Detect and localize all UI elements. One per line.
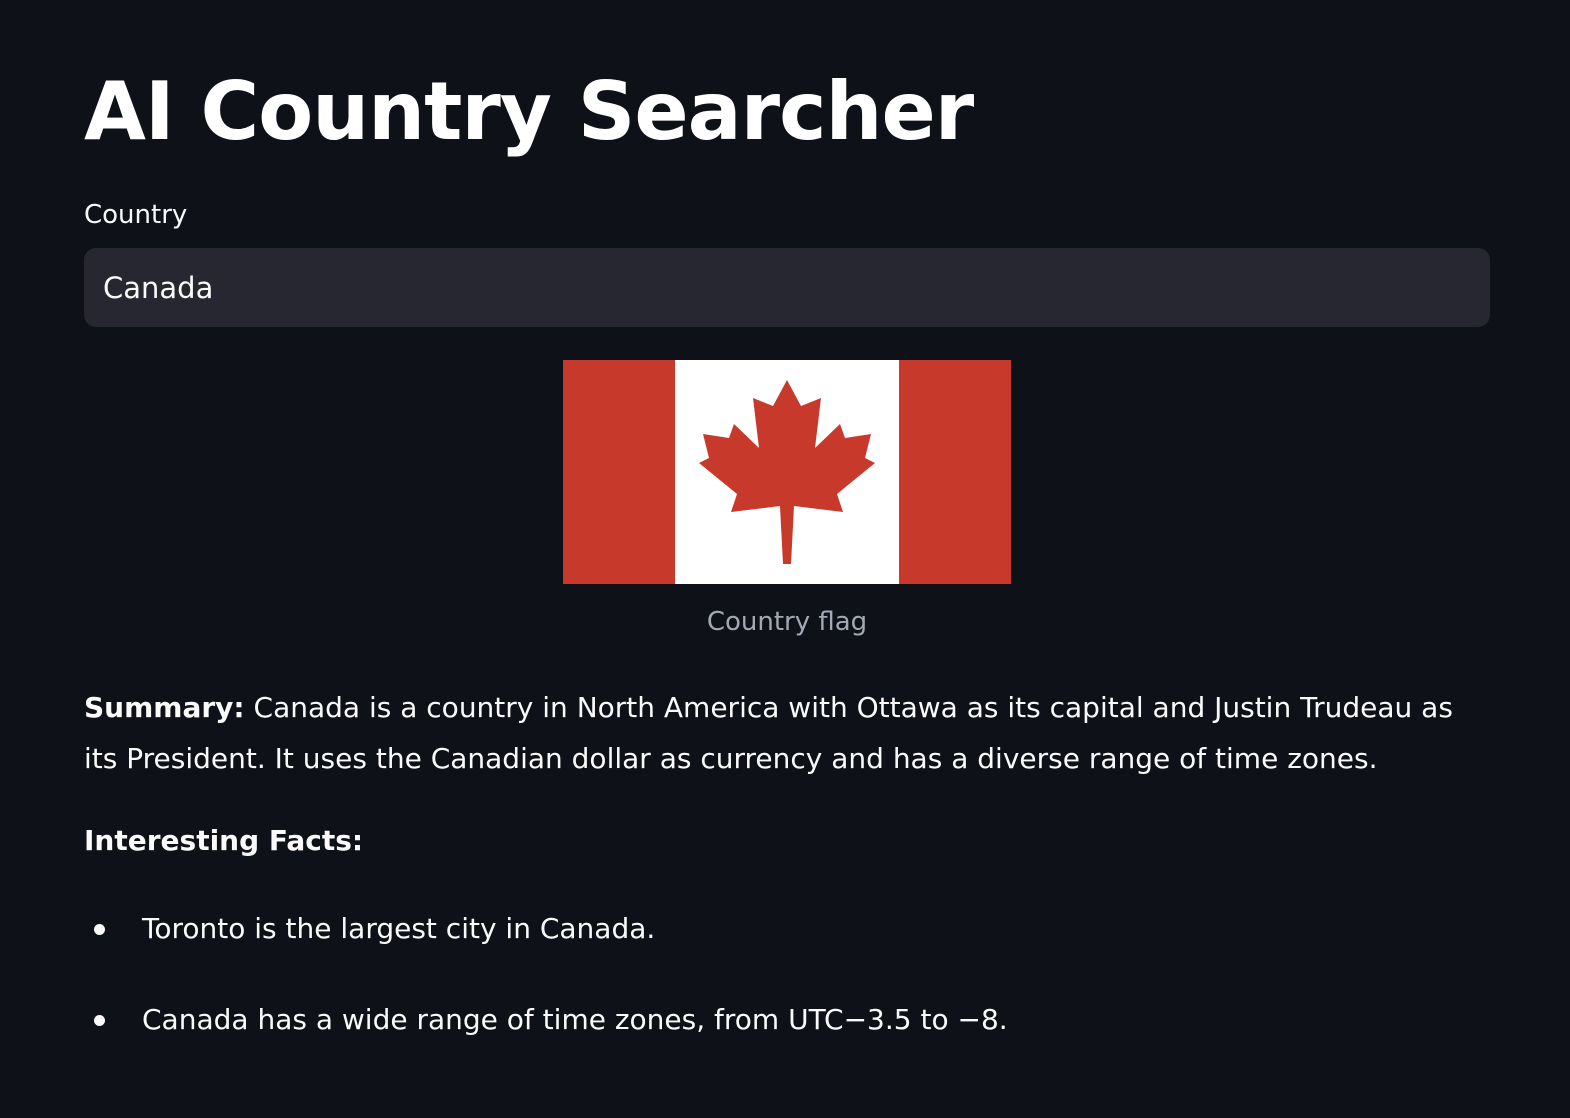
fact-text: Canada has a wide range of time zones, f… [142, 1003, 1008, 1036]
bullet-icon [94, 1015, 105, 1026]
canada-flag-image [563, 360, 1011, 584]
country-field-label: Country [84, 200, 188, 230]
summary-paragraph: Summary: Canada is a country in North Am… [84, 682, 1490, 784]
flag-caption: Country flag [706, 607, 868, 637]
page-title: AI Country Searcher [84, 65, 974, 158]
summary-label: Summary: [84, 691, 245, 724]
list-item: Canada has a wide range of time zones, f… [84, 997, 1490, 1043]
facts-list: Toronto is the largest city in Canada. C… [84, 906, 1490, 1088]
fact-text: Toronto is the largest city in Canada. [142, 912, 656, 945]
facts-heading: Interesting Facts: [84, 824, 364, 857]
bullet-icon [94, 924, 105, 935]
flag-figure: Country flag [563, 360, 1011, 637]
flag-left-band [563, 360, 675, 584]
summary-text: Canada is a country in North America wit… [84, 691, 1453, 775]
flag-right-band [899, 360, 1011, 584]
country-input[interactable] [84, 248, 1490, 327]
list-item: Toronto is the largest city in Canada. [84, 906, 1490, 952]
